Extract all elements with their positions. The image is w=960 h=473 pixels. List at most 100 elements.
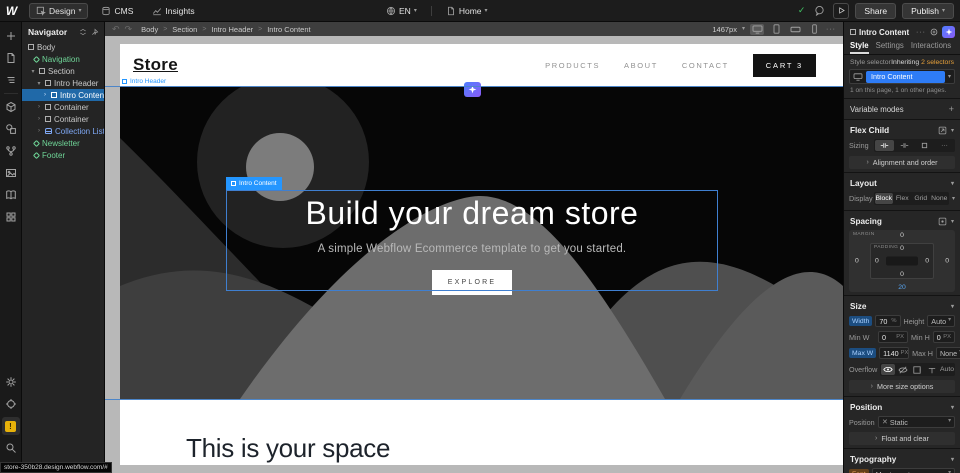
tree-item-footer[interactable]: Footer: [22, 149, 104, 161]
nav-link-about[interactable]: ABOUT: [624, 61, 658, 70]
breadcrumb-intro-content[interactable]: Intro Content: [267, 25, 310, 34]
tab-settings[interactable]: Settings: [876, 41, 904, 54]
audit-panel-button[interactable]: !: [2, 417, 20, 435]
nav-link-products[interactable]: PRODUCTS: [545, 61, 600, 70]
breadcrumb-body[interactable]: Body: [141, 25, 158, 34]
webflow-logo[interactable]: W: [1, 1, 22, 21]
store-logo[interactable]: Store: [133, 55, 178, 75]
tree-item-navigation[interactable]: Navigation: [22, 53, 104, 65]
comments-button[interactable]: [811, 3, 827, 19]
add-elements-button[interactable]: [2, 27, 20, 45]
add-variable-mode-button[interactable]: +: [949, 104, 954, 114]
display-flex-button[interactable]: Flex: [894, 193, 912, 204]
next-section[interactable]: This is your space: [120, 399, 843, 465]
display-block-button[interactable]: Block: [875, 193, 893, 204]
tree-item-container[interactable]: › Container: [22, 101, 104, 113]
libraries-button[interactable]: [2, 186, 20, 204]
margin-left-value[interactable]: 0: [855, 258, 859, 265]
breakpoint-phone-landscape-button[interactable]: [788, 24, 802, 35]
chevron-down-icon[interactable]: ▾: [951, 128, 954, 134]
page-switcher[interactable]: Home ▾: [440, 3, 494, 19]
padding-bottom-value[interactable]: 0: [900, 271, 904, 278]
chevron-down-icon[interactable]: ▾: [951, 181, 954, 187]
design-mode-button[interactable]: Design ▾: [29, 3, 88, 19]
tree-item-intro-content[interactable]: › Intro Content: [22, 89, 104, 101]
class-selector-input[interactable]: Intro Content ▾: [849, 69, 955, 84]
ai-assistant-button[interactable]: [942, 26, 955, 38]
min-height-input[interactable]: 0PX: [933, 331, 955, 343]
overflow-clip-button[interactable]: [925, 364, 939, 375]
flex-child-indicator-icon[interactable]: [938, 126, 947, 135]
ai-assistant-handle[interactable]: [464, 82, 481, 97]
min-width-input[interactable]: 0PX: [878, 331, 908, 343]
breakpoint-desktop-button[interactable]: [750, 24, 764, 35]
tree-item-collection-list[interactable]: › Collection List Wra...: [22, 125, 104, 137]
spacing-widget[interactable]: MARGIN 0 0 0 20 PADDING 0 0 0 0: [849, 230, 955, 292]
overflow-auto-button[interactable]: Auto: [940, 364, 954, 375]
components-button[interactable]: [2, 98, 20, 116]
alignment-and-order-expander[interactable]: › Alignment and order: [849, 156, 955, 169]
sizing-none-button[interactable]: [915, 140, 934, 151]
chevron-down-icon[interactable]: ▾: [951, 457, 954, 463]
max-width-input[interactable]: 1140PX: [879, 347, 909, 359]
tab-interactions[interactable]: Interactions: [911, 41, 951, 54]
padding-top-value[interactable]: 0: [900, 245, 904, 252]
position-select[interactable]: ✕ Static ▾: [878, 416, 955, 428]
tree-item-section[interactable]: ▾ Section: [22, 65, 104, 77]
caret-right-icon[interactable]: ›: [36, 104, 42, 110]
max-height-input[interactable]: None▾: [936, 347, 960, 359]
assets-button[interactable]: [2, 120, 20, 138]
display-grid-button[interactable]: Grid: [912, 193, 930, 204]
more-size-options-expander[interactable]: › More size options: [849, 380, 955, 393]
tab-style[interactable]: Style: [850, 41, 869, 54]
spacing-options-icon[interactable]: [938, 217, 947, 226]
insights-button[interactable]: Insights: [146, 3, 200, 19]
component-create-icon[interactable]: [929, 27, 939, 37]
chevron-down-icon[interactable]: ▾: [951, 405, 954, 411]
inheriting-count[interactable]: 2 selectors: [921, 59, 954, 66]
preview-button[interactable]: [833, 3, 849, 19]
tree-item-container[interactable]: › Container: [22, 113, 104, 125]
undo-button[interactable]: ↶: [112, 24, 120, 35]
element-tag-intro-header[interactable]: Intro Header: [122, 77, 166, 86]
caret-down-icon[interactable]: ▾: [30, 68, 36, 75]
tree-item-body[interactable]: Body: [22, 41, 104, 53]
breakpoint-phone-button[interactable]: [807, 24, 821, 35]
pin-icon[interactable]: [91, 28, 99, 36]
redo-button[interactable]: ↷: [125, 24, 133, 35]
tree-item-newsletter[interactable]: Newsletter: [22, 137, 104, 149]
overflow-hidden-button[interactable]: [896, 364, 910, 375]
panel-menu-button[interactable]: ···: [916, 29, 926, 36]
tree-item-intro-header[interactable]: ▾ Intro Header: [22, 77, 104, 89]
overflow-scroll-button[interactable]: [911, 364, 925, 375]
publish-button[interactable]: Publish ▾: [902, 3, 954, 19]
canvas-width-value[interactable]: 1467px: [712, 25, 737, 34]
breakpoint-tablet-button[interactable]: [769, 24, 783, 35]
chevron-down-icon[interactable]: ▾: [951, 304, 954, 310]
media-button[interactable]: [2, 164, 20, 182]
width-label[interactable]: Width: [849, 316, 872, 326]
cart-button[interactable]: CART 3: [753, 54, 816, 77]
nav-link-contact[interactable]: CONTACT: [682, 61, 729, 70]
cms-button[interactable]: CMS: [95, 3, 139, 19]
element-tag-intro-content[interactable]: Intro Content: [226, 177, 282, 190]
debug-button[interactable]: [2, 395, 20, 413]
max-width-unit[interactable]: PX: [901, 350, 909, 356]
caret-right-icon[interactable]: ›: [36, 128, 42, 134]
sizing-more-button[interactable]: ···: [935, 140, 954, 151]
design-canvas[interactable]: Store PRODUCTS ABOUT CONTACT CART 3 Intr…: [105, 36, 843, 473]
caret-right-icon[interactable]: ›: [42, 92, 48, 98]
min-height-unit[interactable]: PX: [943, 334, 951, 340]
font-label[interactable]: Font: [849, 469, 869, 473]
sizing-grow-button[interactable]: [895, 140, 914, 151]
width-unit[interactable]: %: [891, 318, 896, 324]
breadcrumb-section[interactable]: Section: [172, 25, 197, 34]
padding-right-value[interactable]: 0: [925, 258, 929, 265]
margin-top-value[interactable]: 0: [900, 232, 904, 239]
padding-widget[interactable]: PADDING 0 0 0 0: [870, 243, 934, 279]
float-and-clear-expander[interactable]: › Float and clear: [849, 432, 955, 445]
width-input[interactable]: 70%: [875, 315, 900, 327]
chevron-down-icon[interactable]: ▾: [951, 219, 954, 225]
breadcrumb-intro-header[interactable]: Intro Header: [211, 25, 253, 34]
more-breakpoints-button[interactable]: ···: [826, 26, 836, 33]
